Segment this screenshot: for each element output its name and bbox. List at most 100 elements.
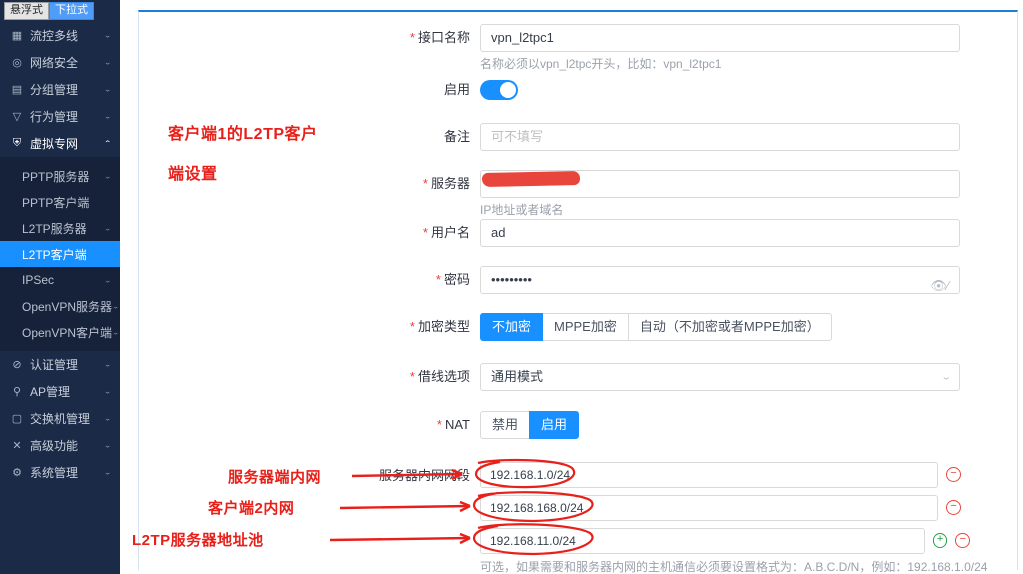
chevron-down-icon: ⌄	[104, 58, 113, 67]
sidebar-item-network-security[interactable]: ◎ 网络安全 ⌄	[0, 49, 120, 76]
server-hint: IP地址或者域名	[480, 203, 564, 217]
input-value: 192.168.11.0/24	[490, 534, 576, 548]
field-label: * 加密类型	[409, 319, 470, 334]
add-subnet-button[interactable]: +	[932, 533, 948, 548]
filter-icon: ▽	[12, 111, 22, 123]
annotation-server-lan: 服务器端内网	[228, 469, 322, 486]
required-marker: *	[435, 272, 441, 287]
sidebar-item-label: 网络安全	[30, 56, 79, 70]
sidebar-item-ipsec[interactable]: IPSec ⌄	[0, 267, 120, 293]
encryption-option-mppe[interactable]: MPPE加密	[542, 313, 629, 341]
sidebar-item-switch-management[interactable]: ▢ 交换机管理 ⌄	[0, 405, 120, 432]
input-placeholder: 可不填写	[491, 129, 544, 144]
enable-toggle[interactable]	[480, 80, 518, 100]
input-value: 192.168.168.0/24	[490, 501, 584, 515]
annotation-client1-line2: 端设置	[168, 166, 218, 183]
annotation-l2tp-pool: L2TP服务器地址池	[132, 532, 264, 549]
tools-icon: ✕	[12, 440, 22, 452]
remove-subnet-button-3[interactable]: −	[955, 533, 970, 548]
field-label: * 借线选项	[409, 369, 470, 384]
field-enable: 启用	[120, 76, 1000, 104]
nat-option-enable[interactable]: 启用	[529, 411, 580, 439]
password-input[interactable]: ••••••••• 👁⁄	[480, 266, 960, 294]
sidebar-subitem-label: L2TP客户端	[22, 247, 87, 262]
sidebar-item-flow-control[interactable]: ▦ 流控多线 ⌄	[0, 22, 120, 49]
sidebar-item-auth-management[interactable]: ⊘ 认证管理 ⌄	[0, 351, 120, 378]
check-circle-icon: ⊘	[12, 359, 22, 371]
field-label: 启用	[443, 82, 470, 97]
sidebar-subitem-label: IPSec	[22, 273, 55, 287]
required-marker: *	[436, 417, 442, 432]
sidebar-item-label: AP管理	[30, 385, 71, 399]
chevron-down-icon: ⌄	[104, 468, 113, 477]
sidebar-subitem-label: PPTP服务器	[22, 169, 90, 184]
chevron-down-icon: ⌄	[104, 112, 113, 121]
main-content: * 接口名称 vpn_l2tpc1 名称必须以vpn_l2tpc开头，比如：vpn…	[120, 0, 1023, 574]
encryption-option-none[interactable]: 不加密	[480, 313, 544, 341]
interface-name-hint: 名称必须以vpn_l2tpc开头，比如：vpn_l2tpc1	[480, 57, 722, 71]
sidebar-item-advanced[interactable]: ✕ 高级功能 ⌄	[0, 432, 120, 459]
required-marker: *	[422, 225, 428, 240]
sidebar-item-group-management[interactable]: ▤ 分组管理 ⌄	[0, 76, 120, 103]
sidebar-item-pptp-server[interactable]: PPTP服务器 ⌄	[0, 163, 120, 189]
sidebar-item-pptp-client[interactable]: PPTP客户端	[0, 189, 120, 215]
chevron-down-icon: ⌄	[104, 31, 113, 40]
sidebar: ▦ 流控多线 ⌄ ◎ 网络安全 ⌄ ▤ 分组管理 ⌄ ▽ 行为管理 ⌄ ⛨ 虚拟…	[0, 0, 120, 574]
redaction-bar	[481, 170, 581, 188]
field-encryption: * 加密类型 不加密 MPPE加密 自动（不加密或者MPPE加密）	[120, 313, 1000, 341]
sidebar-subitem-label: PPTP客户端	[22, 195, 90, 210]
vpn-icon: ⛨	[12, 137, 22, 149]
chevron-down-icon: ⌄	[104, 275, 113, 284]
username-input[interactable]: ad	[480, 219, 960, 247]
sidebar-item-label: 高级功能	[30, 439, 79, 453]
sidebar-item-behavior-management[interactable]: ▽ 行为管理 ⌄	[0, 103, 120, 130]
chevron-down-icon: ⌄	[111, 327, 120, 336]
server-subnet-input-3[interactable]: 192.168.11.0/24	[480, 528, 925, 554]
interface-name-input[interactable]: vpn_l2tpc1	[480, 24, 960, 52]
field-label: * 接口名称	[409, 30, 470, 45]
required-marker: *	[422, 176, 428, 191]
app-window: ▦ 流控多线 ⌄ ◎ 网络安全 ⌄ ▤ 分组管理 ⌄ ▽ 行为管理 ⌄ ⛨ 虚拟…	[0, 0, 1023, 574]
mode-option-dropdown[interactable]: 下拉式	[49, 2, 94, 20]
toggle-knob	[500, 82, 516, 98]
line-option-select[interactable]: 通用模式 ⌄	[480, 363, 960, 391]
gear-icon: ⚙	[12, 467, 22, 479]
sidebar-subitem-label: OpenVPN服务器	[22, 299, 113, 314]
server-subnet-input-2[interactable]: 192.168.168.0/24	[480, 495, 938, 521]
annotation-client2-lan: 客户端2内网	[208, 500, 295, 517]
display-mode-toggle[interactable]: 悬浮式 下拉式	[4, 2, 94, 20]
field-nat: * NAT 禁用 启用	[120, 411, 1000, 439]
remove-subnet-button-2[interactable]: −	[946, 500, 961, 515]
eye-off-icon[interactable]: 👁⁄	[930, 273, 949, 299]
sidebar-item-ap-management[interactable]: ⚲ AP管理 ⌄	[0, 378, 120, 405]
sidebar-item-l2tp-client[interactable]: L2TP客户端	[0, 241, 120, 267]
switch-icon: ▢	[11, 413, 23, 425]
field-label: * 用户名	[422, 225, 470, 240]
field-username: * 用户名 ad	[120, 219, 1000, 247]
sidebar-item-label: 认证管理	[30, 358, 79, 372]
sidebar-item-openvpn-server[interactable]: OpenVPN服务器 ⌄	[0, 293, 120, 319]
encryption-option-auto[interactable]: 自动（不加密或者MPPE加密）	[627, 313, 832, 341]
remark-input[interactable]: 可不填写	[480, 123, 960, 151]
sidebar-item-system-management[interactable]: ⚙ 系统管理 ⌄	[0, 459, 120, 486]
chevron-down-icon: ⌄	[104, 85, 113, 94]
required-marker: *	[409, 319, 415, 334]
chevron-down-icon: ⌄	[104, 360, 113, 369]
server-subnet-hint: 可选，如果需要和服务器内网的主机通信必须要设置格式为：A.B.C.D/N，例如：…	[480, 560, 988, 574]
sidebar-item-label: 虚拟专网	[30, 137, 79, 151]
sidebar-subitem-label: L2TP服务器	[22, 221, 87, 236]
input-value: ad	[491, 225, 506, 240]
sidebar-item-label: 分组管理	[30, 83, 79, 97]
server-subnet-input-1[interactable]: 192.168.1.0/24	[480, 462, 938, 488]
sidebar-item-openvpn-client[interactable]: OpenVPN客户端 ⌄	[0, 319, 120, 345]
sidebar-item-vpn[interactable]: ⛨ 虚拟专网 ⌃	[0, 130, 120, 157]
mode-option-floating[interactable]: 悬浮式	[4, 2, 49, 20]
remove-subnet-button-1[interactable]: −	[946, 467, 961, 482]
required-marker: *	[409, 369, 415, 384]
nat-option-disable[interactable]: 禁用	[480, 411, 531, 439]
sidebar-item-l2tp-server[interactable]: L2TP服务器 ⌄	[0, 215, 120, 241]
sidebar-item-label: 系统管理	[30, 466, 79, 480]
chevron-down-icon: ⌄	[111, 301, 120, 310]
input-value: vpn_l2tpc1	[491, 30, 554, 45]
annotation-client1-line1: 客户端1的L2TP客户	[168, 126, 318, 143]
